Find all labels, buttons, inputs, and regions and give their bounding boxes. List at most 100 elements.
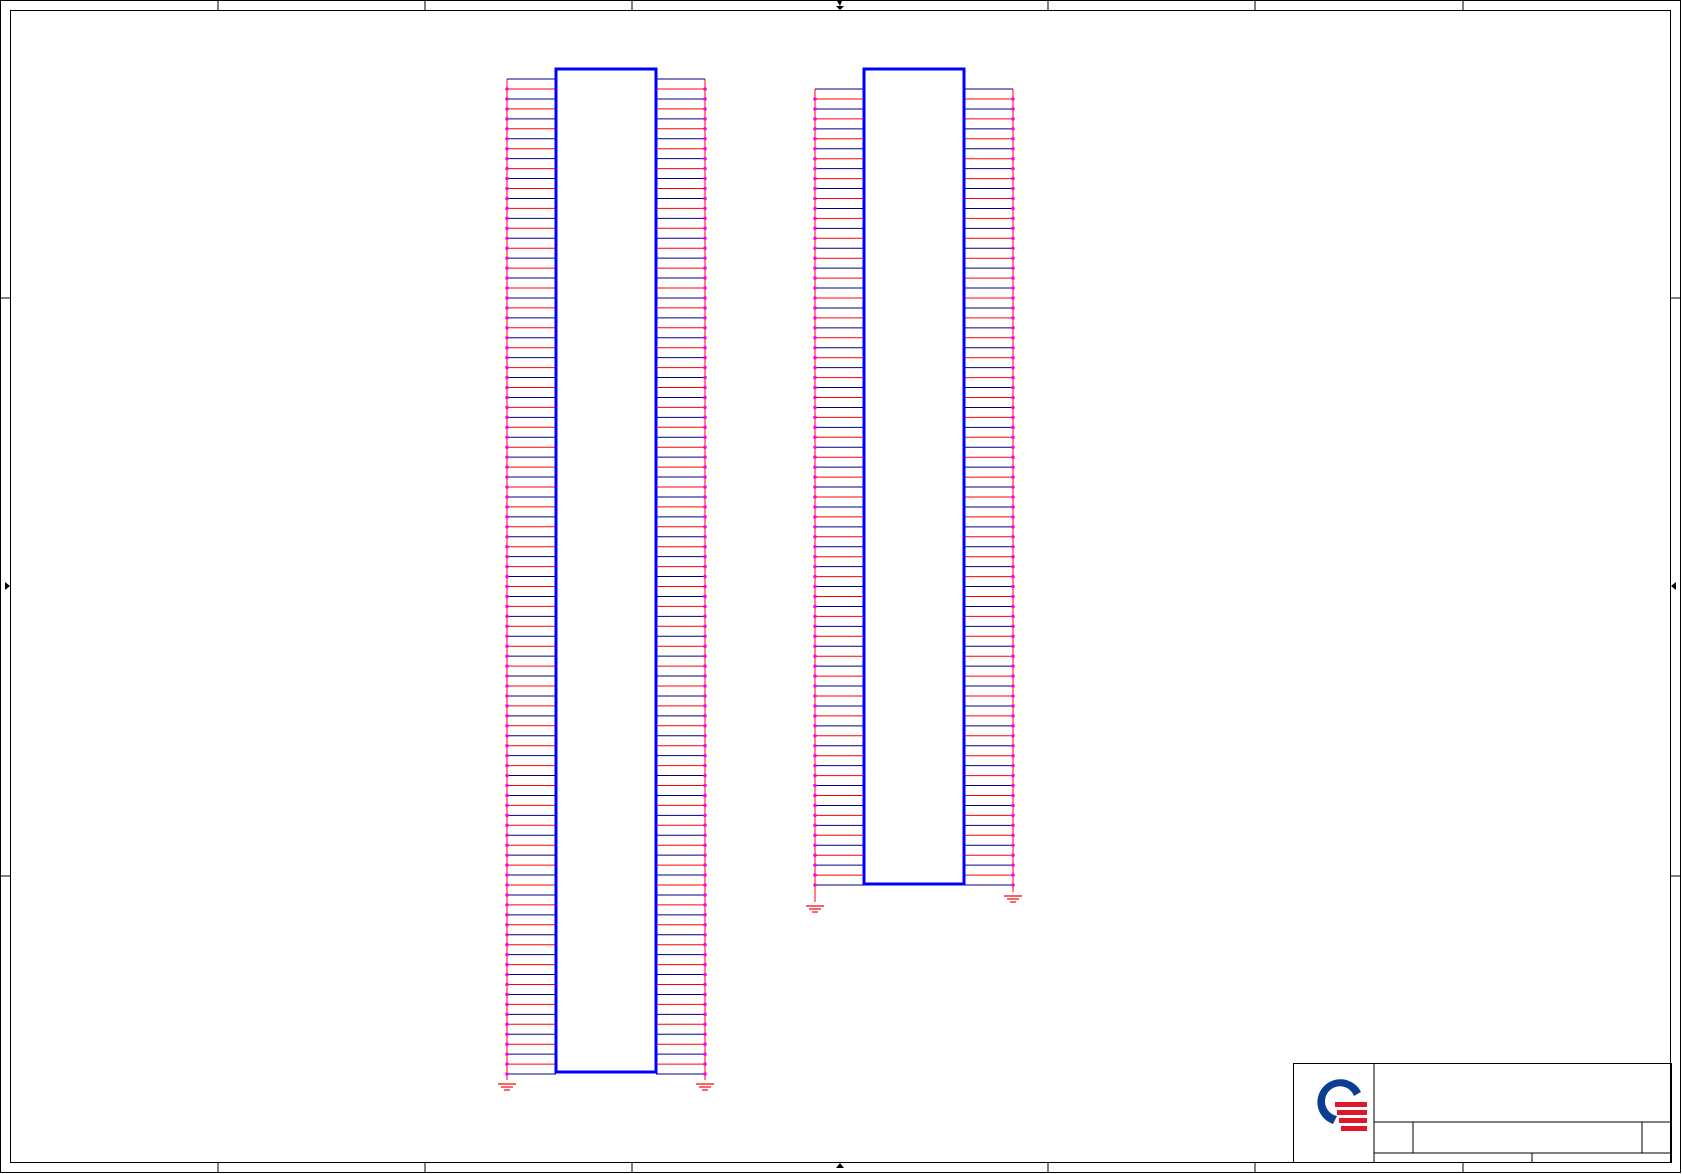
pin-dot-left [813, 734, 817, 738]
pin-dot-right [703, 1002, 707, 1007]
pin-dot-left [505, 554, 509, 559]
pin-dot-right [703, 584, 707, 589]
pin-dot-right [1011, 156, 1015, 161]
pin-dot-right [703, 395, 707, 400]
pin-dot-left [813, 604, 817, 609]
pin-dot-right [703, 1022, 707, 1027]
pin-dot-left [813, 336, 817, 340]
pin-dot-left [505, 236, 509, 241]
pin-dot-left [813, 743, 817, 748]
pin-dot-left [505, 316, 509, 320]
pin-dot-right [1011, 236, 1015, 241]
pin-dot-left [813, 574, 817, 579]
pin-dot-left [505, 186, 509, 191]
pin-dot-right [1011, 127, 1015, 131]
pin-dot-left [505, 624, 509, 629]
pin-dot-left [505, 395, 509, 400]
pin-dot-left [813, 883, 817, 887]
pin-dot-right [703, 505, 707, 509]
pin-dot-left [505, 475, 509, 479]
pin-dot-right [703, 236, 707, 241]
pin-dot-left [505, 724, 509, 728]
pin-dot-left [505, 594, 509, 599]
logo-stripe [1335, 1102, 1367, 1107]
pin-dot-left [505, 952, 509, 957]
pin-dot-right [703, 863, 707, 867]
pin-dot-left [505, 146, 509, 151]
pin-dot-left [505, 485, 509, 489]
pin-dot-right [1011, 763, 1015, 768]
pin-dot-right [703, 634, 707, 639]
pin-dot-left [813, 216, 817, 221]
pin-dot-right [703, 1072, 707, 1076]
pin-dot-left [505, 276, 509, 280]
pin-dot-left [813, 714, 817, 718]
pin-dot-right [1011, 783, 1015, 788]
pin-dot-right [1011, 226, 1015, 231]
pin-dot-right [703, 753, 707, 758]
pin-dot-left [505, 425, 509, 430]
pin-dot-right [703, 256, 707, 260]
pin-dot-left [505, 863, 509, 867]
pin-dot-left [505, 883, 509, 887]
pin-dot-left [505, 156, 509, 161]
pin-dot-left [813, 535, 817, 539]
pin-dot-right [703, 127, 707, 131]
pin-dot-left [505, 584, 509, 589]
pin-dot-left [505, 644, 509, 648]
pin-dot-left [813, 664, 817, 668]
pin-dot-left [813, 475, 817, 479]
pin-dot-left [505, 127, 509, 131]
pin-dot-right [703, 435, 707, 440]
pin-dot-right [703, 146, 707, 151]
pin-dot-right [1011, 206, 1015, 211]
pin-dot-left [505, 873, 509, 877]
schematic-sheet [0, 0, 1681, 1173]
pin-dot-left [505, 97, 509, 101]
pin-dot-left [505, 743, 509, 748]
pin-dot-left [505, 266, 509, 270]
pin-dot-left [505, 415, 509, 420]
pin-dot-right [703, 385, 707, 390]
pin-dot-right [703, 743, 707, 748]
pin-dot-left [813, 435, 817, 440]
pin-dot-right [703, 405, 707, 410]
pin-dot-right [1011, 694, 1015, 698]
center-arrow-top [836, 1, 844, 10]
pin-dot-left [505, 495, 509, 499]
pin-dot-right [1011, 495, 1015, 499]
pin-dot-right [703, 932, 707, 937]
pin-dot-left [505, 405, 509, 410]
pin-dot-right [1011, 405, 1015, 410]
pin-dot-right [1011, 535, 1015, 539]
pin-dot-left [813, 833, 817, 838]
pin-dot-right [703, 276, 707, 280]
pin-dot-left [505, 435, 509, 440]
pin-dot-left [813, 415, 817, 420]
pin-dot-right [703, 674, 707, 678]
right-connector [806, 67, 1022, 913]
pin-dot-right [1011, 137, 1015, 141]
pin-dot-left [505, 286, 509, 290]
pin-dot-left [813, 694, 817, 698]
pin-dot-right [703, 455, 707, 459]
pin-dot-right [1011, 276, 1015, 280]
pin-dot-right [1011, 574, 1015, 579]
pin-dot-left [505, 345, 509, 350]
pin-dot-left [505, 763, 509, 768]
pin-dot-right [1011, 117, 1015, 121]
pin-dot-left [505, 1072, 509, 1076]
pin-dot-right [1011, 873, 1015, 877]
pin-dot-left [505, 783, 509, 788]
pin-dot-left [813, 256, 817, 261]
pin-dot-right [703, 694, 707, 698]
pin-dot-right [1011, 465, 1015, 469]
pin-dot-right [703, 823, 707, 828]
pin-dot-left [505, 843, 509, 847]
pin-dot-right [1011, 554, 1015, 559]
pin-dot-right [1011, 216, 1015, 221]
pin-dot-right [1011, 107, 1015, 111]
pin-dot-left [505, 515, 509, 519]
pin-dot-left [813, 495, 817, 499]
pin-dot-right [703, 296, 707, 300]
